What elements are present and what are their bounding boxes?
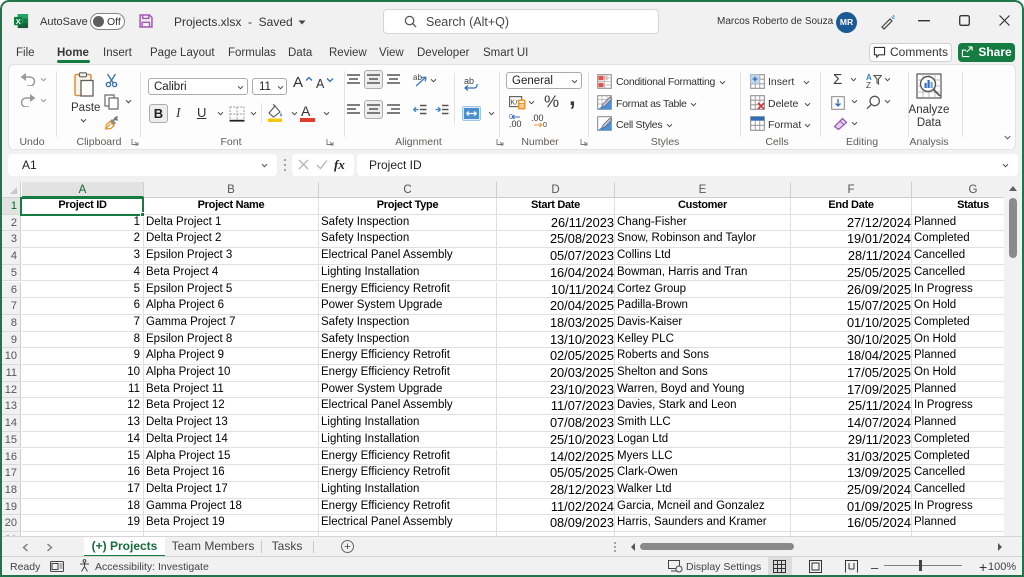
svg-text:0: 0 xyxy=(543,122,547,128)
svg-text:X: X xyxy=(16,17,21,26)
svg-text:0: 0 xyxy=(509,114,513,121)
svg-text:Z: Z xyxy=(866,81,871,88)
svg-text:ab: ab xyxy=(464,76,474,86)
svg-text:.00: .00 xyxy=(531,114,544,123)
svg-text:Kл: Kл xyxy=(511,100,520,107)
